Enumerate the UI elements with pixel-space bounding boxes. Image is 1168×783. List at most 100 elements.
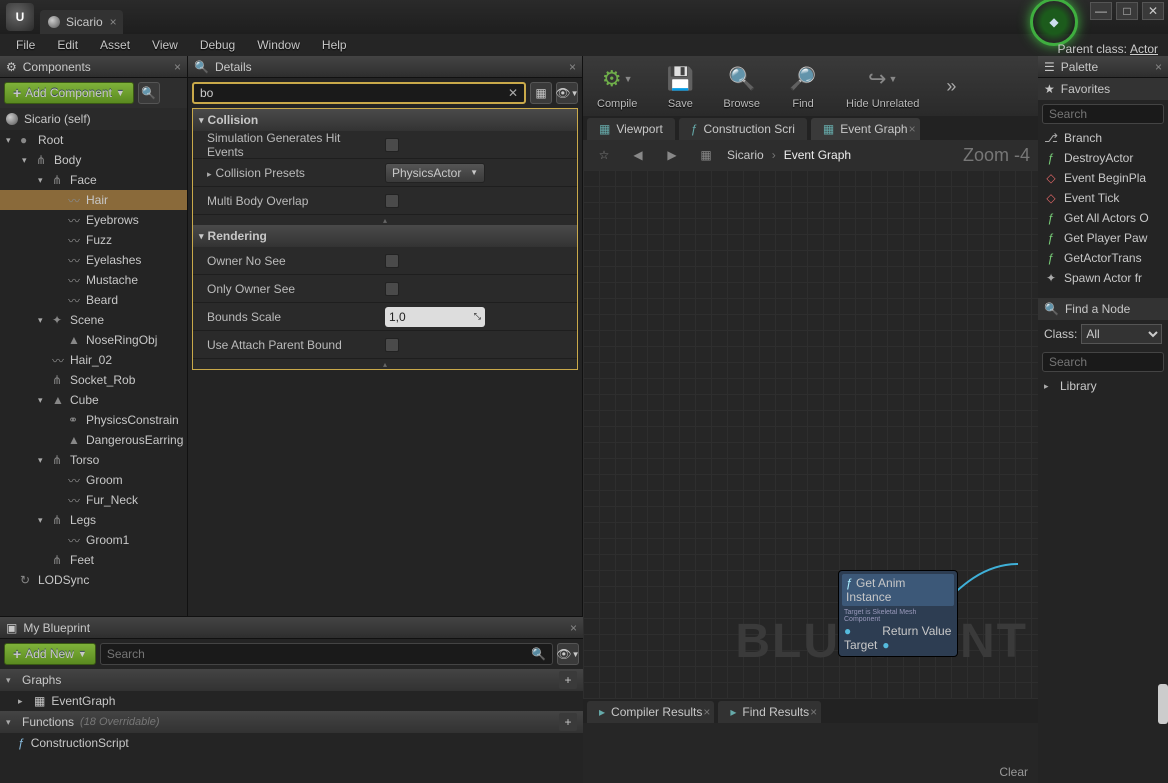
- close-icon[interactable]: ×: [703, 705, 710, 719]
- breadcrumb-leaf[interactable]: Event Graph: [784, 148, 851, 162]
- tree-item-feet[interactable]: ⋔Feet: [0, 550, 187, 570]
- tool-save[interactable]: 💾Save: [657, 60, 703, 112]
- menu-debug[interactable]: Debug: [190, 36, 245, 54]
- menu-window[interactable]: Window: [247, 36, 310, 54]
- tree-item-mustache[interactable]: 〰Mustache: [0, 270, 187, 290]
- checkbox[interactable]: [385, 282, 399, 296]
- checkbox[interactable]: [385, 138, 399, 152]
- chevron-down-icon[interactable]: ▾: [38, 515, 48, 526]
- category-rendering[interactable]: ▾Rendering: [193, 225, 577, 247]
- palette-tab[interactable]: ☰ Palette ×: [1038, 56, 1168, 78]
- tool-find[interactable]: 🔎Find: [780, 60, 826, 112]
- menu-asset[interactable]: Asset: [90, 36, 140, 54]
- maximize-button[interactable]: □: [1116, 2, 1138, 20]
- graph-node-get-anim-instance[interactable]: ƒ Get Anim Instance Target is Skeletal M…: [838, 570, 958, 657]
- chevron-down-icon[interactable]: ▾: [38, 395, 48, 406]
- close-icon[interactable]: ×: [909, 122, 916, 136]
- doc-tab-sicario[interactable]: Sicario ×: [40, 10, 123, 34]
- palette-search-box[interactable]: 🔍: [1042, 104, 1164, 124]
- add-graph-button[interactable]: +: [559, 671, 577, 689]
- palette-search-input[interactable]: [1049, 107, 1168, 121]
- eventgraph-item[interactable]: ▸ ▦ EventGraph: [0, 691, 583, 711]
- my-blueprint-search-input[interactable]: [107, 647, 531, 661]
- chevron-down-icon[interactable]: ▾: [38, 455, 48, 466]
- prop-value[interactable]: [379, 338, 577, 352]
- details-tab[interactable]: 🔍 Details ×: [188, 56, 582, 78]
- palette-item-event-beginpla[interactable]: ◇Event BeginPla: [1038, 168, 1168, 188]
- dropdown[interactable]: PhysicsActor▼: [385, 163, 485, 183]
- tree-item-torso[interactable]: ▾⋔Torso: [0, 450, 187, 470]
- palette-item-spawn-actor-fr[interactable]: ✦Spawn Actor fr: [1038, 268, 1168, 288]
- menu-help[interactable]: Help: [312, 36, 357, 54]
- tree-item-fuzz[interactable]: 〰Fuzz: [0, 230, 187, 250]
- chevron-down-icon[interactable]: ▾: [22, 155, 32, 166]
- prop-value[interactable]: 1,0⤡: [379, 307, 577, 327]
- tree-item-eyebrows[interactable]: 〰Eyebrows: [0, 210, 187, 230]
- tree-item-legs[interactable]: ▾⋔Legs: [0, 510, 187, 530]
- property-matrix-button[interactable]: ▦: [530, 82, 552, 104]
- chevron-down-icon[interactable]: ▾: [38, 315, 48, 326]
- tree-item-dangerousearring[interactable]: ▲DangerousEarring: [0, 430, 187, 450]
- palette-item-branch[interactable]: ⎇Branch: [1038, 128, 1168, 148]
- menu-view[interactable]: View: [142, 36, 188, 54]
- prop-value[interactable]: [379, 194, 577, 208]
- tree-item-hair[interactable]: 〰Hair: [0, 190, 187, 210]
- palette-item-getactortrans[interactable]: ƒGetActorTrans: [1038, 248, 1168, 268]
- toolbar-overflow[interactable]: »: [939, 66, 963, 106]
- menu-file[interactable]: File: [6, 36, 45, 54]
- close-icon[interactable]: ×: [174, 60, 181, 74]
- tree-item-hair_02[interactable]: 〰Hair_02: [0, 350, 187, 370]
- tree-item-socket_rob[interactable]: ⋔Socket_Rob: [0, 370, 187, 390]
- details-search-box[interactable]: ✕: [192, 82, 526, 104]
- functions-section-header[interactable]: ▾ Functions (18 Overridable) +: [0, 711, 583, 733]
- tool-browse[interactable]: 🔍Browse: [717, 60, 766, 112]
- compile-status-ring[interactable]: ◆: [1030, 0, 1078, 46]
- parent-class-link[interactable]: Actor: [1130, 42, 1158, 56]
- checkbox[interactable]: [385, 194, 399, 208]
- add-component-button[interactable]: + Add Component ▼: [4, 82, 134, 104]
- my-blueprint-search[interactable]: 🔍: [100, 643, 553, 665]
- favorite-button[interactable]: ☆: [591, 143, 617, 167]
- tree-item-root[interactable]: ▾●Root: [0, 130, 187, 150]
- tab-event-graph[interactable]: ▦Event Graph×: [811, 118, 920, 140]
- chevron-down-icon[interactable]: ▾: [38, 175, 48, 186]
- tree-item-noseringobj[interactable]: ▲NoseRingObj: [0, 330, 187, 350]
- tool-compile[interactable]: ⚙▼Compile: [591, 60, 643, 112]
- tab-compiler-results[interactable]: ▸Compiler Results×: [587, 701, 714, 723]
- checkbox[interactable]: [385, 254, 399, 268]
- expand-grip[interactable]: ▴: [193, 359, 577, 369]
- spinbox[interactable]: 1,0⤡: [385, 307, 485, 327]
- nav-forward-button[interactable]: ▶: [659, 143, 685, 167]
- details-search-input[interactable]: [200, 86, 508, 100]
- tab-find-results[interactable]: ▸Find Results×: [718, 701, 821, 723]
- find-node-header[interactable]: 🔍 Find a Node: [1038, 298, 1168, 320]
- close-icon[interactable]: ×: [110, 15, 117, 29]
- tree-item-lodsync[interactable]: ↻LODSync: [0, 570, 187, 590]
- expand-grip[interactable]: ▴: [193, 215, 577, 225]
- my-blueprint-scrollbar[interactable]: [1158, 684, 1168, 724]
- node-pin-out[interactable]: Return Value ●: [882, 624, 952, 652]
- tree-item-groom[interactable]: 〰Groom: [0, 470, 187, 490]
- close-icon[interactable]: ×: [569, 60, 576, 74]
- tree-item-cube[interactable]: ▾▲Cube: [0, 390, 187, 410]
- prop-value[interactable]: [379, 138, 577, 152]
- constructionscript-item[interactable]: ƒ ConstructionScript: [0, 733, 583, 753]
- tree-item-scene[interactable]: ▾✦Scene: [0, 310, 187, 330]
- minimize-button[interactable]: —: [1090, 2, 1112, 20]
- graphs-section-header[interactable]: ▾ Graphs +: [0, 669, 583, 691]
- library-item[interactable]: ▸ Library: [1038, 376, 1168, 396]
- tree-item-face[interactable]: ▾⋔Face: [0, 170, 187, 190]
- class-select[interactable]: All: [1081, 324, 1162, 344]
- prop-value[interactable]: [379, 254, 577, 268]
- prop-value[interactable]: [379, 282, 577, 296]
- clear-search-icon[interactable]: ✕: [508, 86, 518, 100]
- close-icon[interactable]: ×: [1155, 60, 1162, 74]
- close-button[interactable]: ✕: [1142, 2, 1164, 20]
- tab-construction-scri[interactable]: ƒConstruction Scri: [679, 118, 807, 140]
- prop-value[interactable]: PhysicsActor▼: [379, 163, 577, 183]
- close-icon[interactable]: ×: [570, 621, 577, 635]
- event-graph-canvas[interactable]: BLUEPRINT ƒ Get Anim Instance Target is …: [583, 170, 1038, 699]
- close-icon[interactable]: ×: [810, 705, 817, 719]
- chevron-right-icon[interactable]: ▸: [207, 169, 212, 179]
- view-options-button[interactable]: 👁▼: [556, 82, 578, 104]
